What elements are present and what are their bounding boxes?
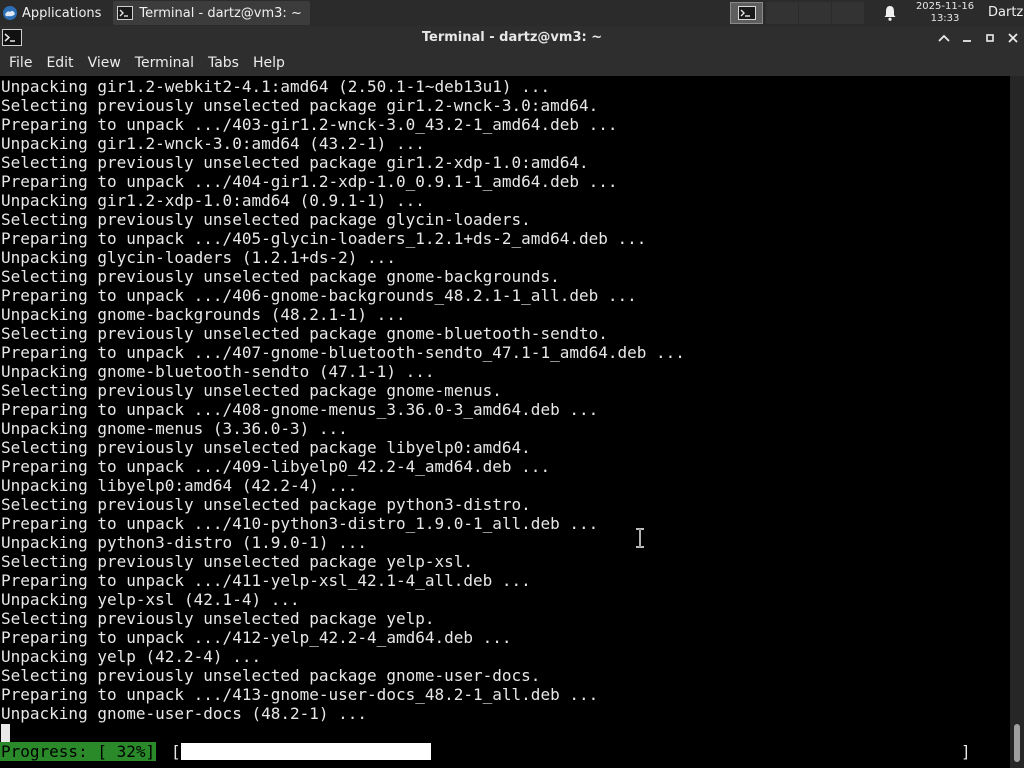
clock-time: 13:33 [930, 13, 960, 24]
terminal-line: Preparing to unpack .../413-gnome-user-d… [1, 685, 599, 704]
scrollbar-thumb[interactable] [1014, 724, 1020, 762]
terminal-line: Unpacking gnome-bluetooth-sendto (47.1-1… [1, 362, 435, 381]
workspace-2-button[interactable] [766, 2, 798, 24]
workspace-1-button[interactable] [730, 2, 763, 24]
maximize-icon [986, 34, 994, 42]
terminal-line: Preparing to unpack .../409-libyelp0_42.… [1, 457, 551, 476]
progress-bar-fill [181, 743, 431, 760]
terminal-line: Unpacking yelp (42.2-4) ... [1, 647, 262, 666]
xfce-logo-icon [3, 6, 17, 20]
close-button[interactable] [1004, 29, 1022, 47]
terminal-line: Unpacking yelp-xsl (42.1-4) ... [1, 590, 300, 609]
applications-label: Applications [22, 5, 102, 21]
user-menu[interactable]: Dartz [988, 0, 1023, 26]
terminal-line: Unpacking libyelp0:amd64 (42.2-4) ... [1, 476, 358, 495]
terminal-line: Preparing to unpack .../408-gnome-menus_… [1, 400, 599, 419]
window-title: Terminal - dartz@vm3: ~ [421, 30, 603, 45]
terminal-icon [117, 6, 134, 20]
terminal-line: Preparing to unpack .../404-gir1.2-xdp-1… [1, 172, 618, 191]
clock-date: 2025-11-16 [915, 1, 975, 12]
terminal-icon [737, 6, 756, 20]
terminal-line: Unpacking gnome-user-docs (48.2-1) ... [1, 704, 368, 723]
terminal-line: Preparing to unpack .../410-python3-dist… [1, 514, 599, 533]
terminal-line: Selecting previously unselected package … [1, 96, 599, 115]
terminal-line: Selecting previously unselected package … [1, 324, 608, 343]
chevron-up-icon[interactable] [935, 29, 953, 47]
maximize-button[interactable] [981, 29, 999, 47]
menu-tabs[interactable]: Tabs [201, 50, 246, 76]
terminal-line: Selecting previously unselected package … [1, 609, 435, 628]
terminal-line: Unpacking gir1.2-wnck-3.0:amd64 (43.2-1)… [1, 134, 425, 153]
terminal-line: Selecting previously unselected package … [1, 267, 560, 286]
terminal-output-area[interactable]: Unpacking gir1.2-webkit2-4.1:amd64 (2.50… [0, 76, 1010, 768]
terminal-line: Selecting previously unselected package … [1, 438, 531, 457]
notification-bell-icon[interactable] [882, 4, 898, 22]
terminal-line: Preparing to unpack .../412-yelp_42.2-4_… [1, 628, 512, 647]
terminal-line: Unpacking gir1.2-xdp-1.0:amd64 (0.9.1-1)… [1, 191, 425, 210]
terminal-line: Preparing to unpack .../406-gnome-backgr… [1, 286, 637, 305]
applications-menu-button[interactable]: Applications [0, 0, 107, 26]
terminal-line: Selecting previously unselected package … [1, 552, 474, 571]
menu-terminal[interactable]: Terminal [128, 50, 201, 76]
terminal-line: Preparing to unpack .../411-yelp-xsl_42.… [1, 571, 531, 590]
menu-edit[interactable]: Edit [39, 50, 80, 76]
progress-bracket-open: [ [171, 742, 181, 761]
terminal-line: Selecting previously unselected package … [1, 666, 541, 685]
terminal-line: Selecting previously unselected package … [1, 495, 531, 514]
menu-bar: File Edit View Terminal Tabs Help [0, 50, 1024, 76]
terminal-lines: Unpacking gir1.2-webkit2-4.1:amd64 (2.50… [1, 77, 685, 723]
taskbar-terminal-label: Terminal - dartz@vm3: ~ [139, 5, 302, 21]
ibeam-cursor-icon [636, 528, 644, 548]
text-cursor [1, 724, 10, 742]
terminal-line: Unpacking glycin-loaders (1.2.1+ds-2) ..… [1, 248, 396, 267]
terminal-line: Unpacking gnome-backgrounds (48.2.1-1) .… [1, 305, 406, 324]
workspace-4-button[interactable] [832, 2, 864, 24]
terminal-line: Unpacking gir1.2-webkit2-4.1:amd64 (2.50… [1, 77, 551, 96]
top-panel: Applications Terminal - dartz@vm3: ~ 202… [0, 0, 1024, 26]
taskbar-terminal-button[interactable]: Terminal - dartz@vm3: ~ [113, 1, 310, 25]
terminal-line: Selecting previously unselected package … [1, 381, 502, 400]
progress-bracket-close: ] [961, 742, 971, 761]
menu-file[interactable]: File [2, 50, 39, 76]
workspace-3-button[interactable] [799, 2, 831, 24]
progress-label: Progress: [ 32%] [0, 742, 157, 761]
terminal-line: Selecting previously unselected package … [1, 210, 531, 229]
window-titlebar[interactable]: Terminal - dartz@vm3: ~ [0, 26, 1024, 50]
terminal-line: Preparing to unpack .../403-gir1.2-wnck-… [1, 115, 618, 134]
minimize-icon [963, 40, 971, 42]
menu-help[interactable]: Help [246, 50, 292, 76]
minimize-button[interactable] [958, 29, 976, 47]
terminal-line: Preparing to unpack .../405-glycin-loade… [1, 229, 647, 248]
close-icon [1008, 33, 1018, 43]
terminal-scrollbar[interactable] [1010, 76, 1024, 768]
terminal-line: Unpacking python3-distro (1.9.0-1) ... [1, 533, 368, 552]
clock[interactable]: 2025-11-16 13:33 [906, 1, 984, 25]
terminal-line: Selecting previously unselected package … [1, 153, 589, 172]
menu-view[interactable]: View [81, 50, 128, 76]
terminal-line: Preparing to unpack .../407-gnome-blueto… [1, 343, 685, 362]
terminal-line: Unpacking gnome-menus (3.36.0-3) ... [1, 419, 348, 438]
